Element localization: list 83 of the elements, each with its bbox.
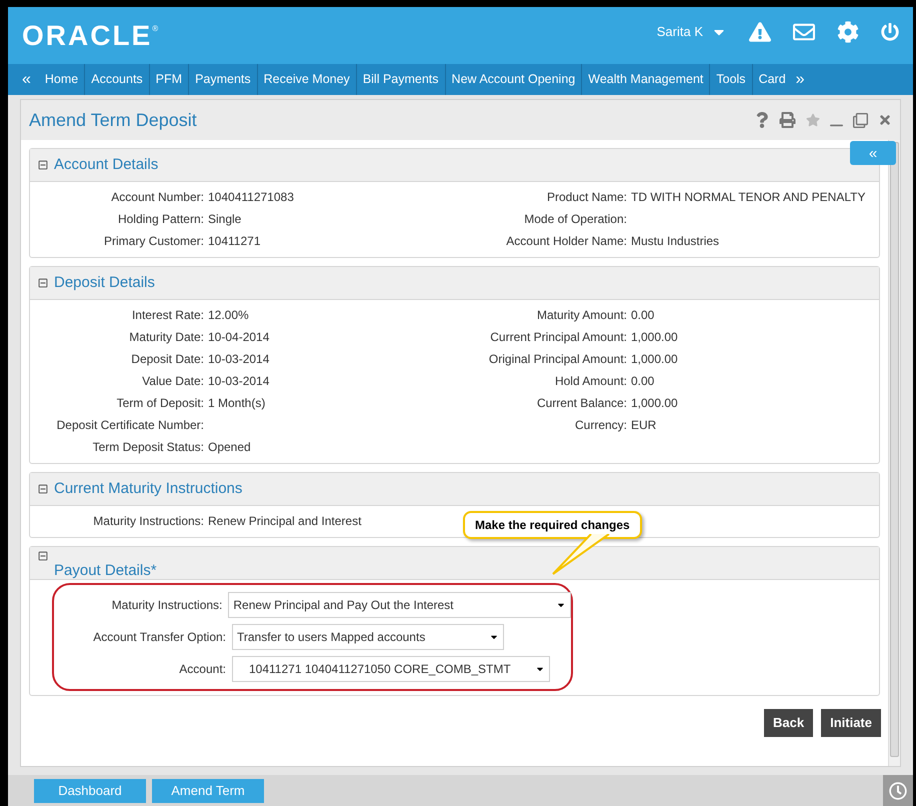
field-label: Maturity Date:	[128, 329, 205, 346]
print-icon[interactable]	[779, 112, 796, 128]
task-tab[interactable]: Amend Term	[152, 778, 264, 802]
warning-icon[interactable]	[749, 20, 771, 42]
collapse-icon[interactable]	[38, 278, 48, 288]
field-value: 10-03-2014	[208, 351, 270, 368]
collapse-icon[interactable]	[38, 160, 48, 170]
field-label: Account Number:	[110, 189, 205, 206]
section-title: Payout Details*	[54, 561, 157, 581]
registered-mark: ®	[152, 22, 158, 34]
nav-next-button[interactable]: »	[792, 64, 809, 95]
field-label: Original Principal Amount:	[488, 351, 628, 368]
nav-tab[interactable]: Bill Payments	[356, 64, 445, 95]
user-name[interactable]: Sarita K	[656, 22, 703, 42]
close-icon[interactable]	[878, 113, 892, 127]
nav-tab[interactable]: Tools	[709, 64, 752, 95]
field-value: Renew Principal and Interest	[208, 513, 362, 530]
field-label: Mode of Operation:	[523, 211, 628, 228]
field-label: Value Date:	[141, 373, 205, 390]
section-title: Current Maturity Instructions	[54, 478, 242, 499]
collapse-panel-button[interactable]: «	[850, 141, 896, 165]
field-label: Account Transfer Option:	[92, 629, 227, 646]
page-title: Amend Term Deposit	[29, 108, 197, 132]
field-value: Opened	[208, 439, 251, 456]
dropdown[interactable]: Transfer to users Mapped accounts	[232, 624, 504, 650]
field-label: Current Balance:	[536, 395, 628, 412]
field-value: 1 Month(s)	[208, 395, 266, 412]
logo: ORACLE	[22, 22, 152, 50]
field-label: Term Deposit Status:	[92, 439, 205, 456]
field-value: 1,000.00	[631, 395, 678, 412]
action-button[interactable]: Back	[764, 709, 814, 737]
nav-tab[interactable]: Accounts	[84, 64, 149, 95]
field-value: 0.00	[631, 307, 654, 324]
field-value: 12.00%	[208, 307, 249, 324]
field-value: 1,000.00	[631, 351, 678, 368]
field-label: Maturity Instructions:	[110, 597, 224, 614]
field-label: Holding Pattern:	[116, 211, 205, 228]
field-label: Interest Rate:	[130, 307, 205, 324]
field-value: TD WITH NORMAL TENOR AND PENALTY	[631, 189, 866, 206]
field-label: Hold Amount:	[554, 373, 628, 390]
nav-tab[interactable]: Home	[38, 64, 84, 95]
nav-tab[interactable]: PFM	[148, 64, 188, 95]
nav-tab[interactable]: Card	[752, 64, 792, 95]
collapse-icon[interactable]	[38, 484, 48, 494]
nav-tab[interactable]: Wealth Management	[581, 64, 710, 95]
restore-icon[interactable]	[853, 112, 868, 128]
field-value: 10-03-2014	[208, 373, 270, 390]
dropdown[interactable]: 10411271 1040411271050 CORE_COMB_STMT	[232, 656, 550, 682]
field-label: Primary Customer:	[102, 233, 205, 250]
nav-prev-button[interactable]: «	[14, 64, 39, 95]
collapse-icon[interactable]	[38, 551, 48, 561]
section-title: Account Details	[54, 154, 158, 175]
dropdown[interactable]: Renew Principal and Pay Out the Interest	[228, 592, 571, 618]
action-button[interactable]: Initiate	[821, 709, 881, 737]
callout: Make the required changes	[463, 511, 642, 539]
star-icon[interactable]	[806, 113, 820, 127]
nav-tab[interactable]: New Account Opening	[444, 64, 582, 95]
help-icon[interactable]	[755, 112, 769, 128]
field-label: Currency:	[574, 417, 628, 434]
field-label: Deposit Certificate Number:	[56, 417, 205, 434]
field-label: Current Principal Amount:	[489, 329, 628, 346]
settings-icon[interactable]	[837, 20, 859, 42]
section-title: Deposit Details	[54, 272, 155, 293]
field-label: Product Name:	[546, 189, 628, 206]
field-value: 1,000.00	[631, 329, 678, 346]
field-label: Account Holder Name:	[505, 233, 628, 250]
field-label: Account:	[178, 661, 227, 678]
field-value: EUR	[631, 417, 656, 434]
field-value: 1040411271083	[208, 189, 294, 206]
field-label: Term of Deposit:	[116, 395, 205, 412]
nav-tab[interactable]: Payments	[188, 64, 257, 95]
field-value: 0.00	[631, 373, 654, 390]
field-label: Maturity Instructions:	[92, 513, 205, 530]
field-value: 10411271	[208, 233, 260, 250]
field-label: Maturity Amount:	[536, 307, 628, 324]
field-value: Mustu Industries	[631, 233, 720, 250]
clock-icon[interactable]	[889, 782, 907, 800]
field-value: Single	[208, 211, 242, 228]
nav-tab[interactable]: Receive Money	[256, 64, 356, 95]
power-icon[interactable]	[881, 22, 899, 40]
field-label: Deposit Date:	[130, 351, 205, 368]
task-tab[interactable]: Dashboard	[34, 778, 146, 802]
field-value: 10-04-2014	[208, 329, 270, 346]
